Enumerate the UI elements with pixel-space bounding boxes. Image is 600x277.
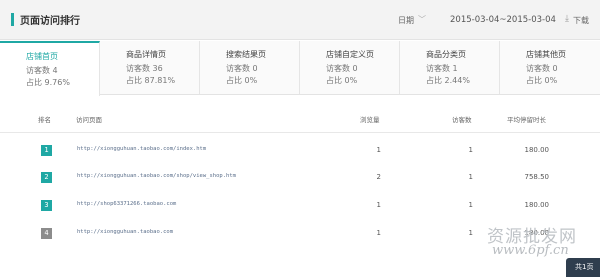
title-accent-bar [11,13,14,26]
tab-visitor-count: 访客数 0 [326,64,358,73]
views-value: 1 [376,146,381,154]
tab-share: 占比 0% [226,76,258,85]
tab-label: 店铺其他页 [526,50,566,59]
tab-share: 占比 0% [326,76,358,85]
column-header-rank: 排名 [38,116,51,124]
views-value: 1 [376,229,381,237]
tab-label: 店铺首页 [26,52,58,61]
column-header-avg-time: 平均停留时长 [507,116,546,124]
tab-visitor-count: 访客数 36 [126,64,163,73]
tab-item-detail[interactable]: 商品详情页 访客数 36 占比 87.81% [100,41,200,94]
visitors-value: 1 [468,229,473,237]
page-title: 页面访问排行 [20,16,80,27]
views-value: 2 [376,173,381,181]
column-header-views: 浏览量 [360,116,380,124]
tab-visitor-count: 访客数 0 [226,64,258,73]
visitors-value: 1 [468,146,473,154]
rank-badge: 4 [41,228,52,239]
tab-shop-home[interactable]: 店铺首页 访客数 4 占比 9.76% [0,41,100,96]
tab-share: 占比 2.44% [426,76,470,85]
rank-badge: 3 [41,200,52,211]
visitors-value: 1 [468,201,473,209]
tab-visitor-count: 访客数 1 [426,64,458,73]
page-header: 页面访问排行 日期 ﹀ 2015-03-04~2015-03-04 ⤓ 下载 [0,0,600,40]
views-value: 1 [376,201,381,209]
table-row: 1 http://xiongguhuan.taobao.com/index.ht… [0,138,600,164]
tab-visitor-count: 访客数 0 [526,64,558,73]
table-row: 3 http://shop63371266.taobao.com 1 1 180… [0,193,600,219]
watermark-url: www.6pf.cn [492,243,569,258]
rank-badge: 2 [41,172,52,183]
page-url-link[interactable]: http://shop63371266.taobao.com [77,201,176,207]
page-url-link[interactable]: http://xiongguhuan.taobao.com/shop/view_… [77,173,236,179]
avg-time-value: 180.00 [524,201,550,209]
tab-label: 店铺自定义页 [326,50,374,59]
date-selector-label[interactable]: 日期 [398,15,414,26]
tab-label: 商品详情页 [126,50,166,59]
avg-time-value: 758.50 [524,173,550,181]
page-count-label: 共1页 [575,263,594,271]
page-type-tabs: 店铺首页 访客数 4 占比 9.76% 商品详情页 访客数 36 占比 87.8… [0,41,600,96]
tab-visitor-count: 访客数 4 [26,66,58,75]
tab-custom-page[interactable]: 店铺自定义页 访客数 0 占比 0% [300,41,400,94]
tab-label: 商品分类页 [426,50,466,59]
avg-time-value: 180.00 [524,146,550,154]
page-url-link[interactable]: http://xiongguhuan.taobao.com/index.htm [77,146,206,152]
tab-share: 占比 0% [526,76,558,85]
tab-share: 占比 9.76% [26,78,70,87]
tab-share: 占比 87.81% [126,76,176,85]
column-header-visitors: 访客数 [452,116,472,124]
download-icon[interactable]: ⤓ [565,14,569,24]
page-url-link[interactable]: http://xiongguhuan.taobao.com [77,229,173,235]
tab-category-page[interactable]: 商品分类页 访客数 1 占比 2.44% [400,41,500,94]
table-header: 排名 访问页面 浏览量 访客数 平均停留时长 [0,113,600,133]
column-header-page: 访问页面 [76,116,102,124]
tab-other-pages[interactable]: 店铺其他页 访客数 0 占比 0% [500,41,600,94]
tab-search-results[interactable]: 搜索结果页 访客数 0 占比 0% [200,41,300,94]
tab-label: 搜索结果页 [226,50,266,59]
chevron-down-icon[interactable]: ﹀ [418,14,426,25]
date-range-value[interactable]: 2015-03-04~2015-03-04 [450,15,556,25]
rank-badge: 1 [41,145,52,156]
table-row: 2 http://xiongguhuan.taobao.com/shop/vie… [0,165,600,191]
visitors-value: 1 [468,173,473,181]
download-button[interactable]: 下载 [573,15,589,26]
